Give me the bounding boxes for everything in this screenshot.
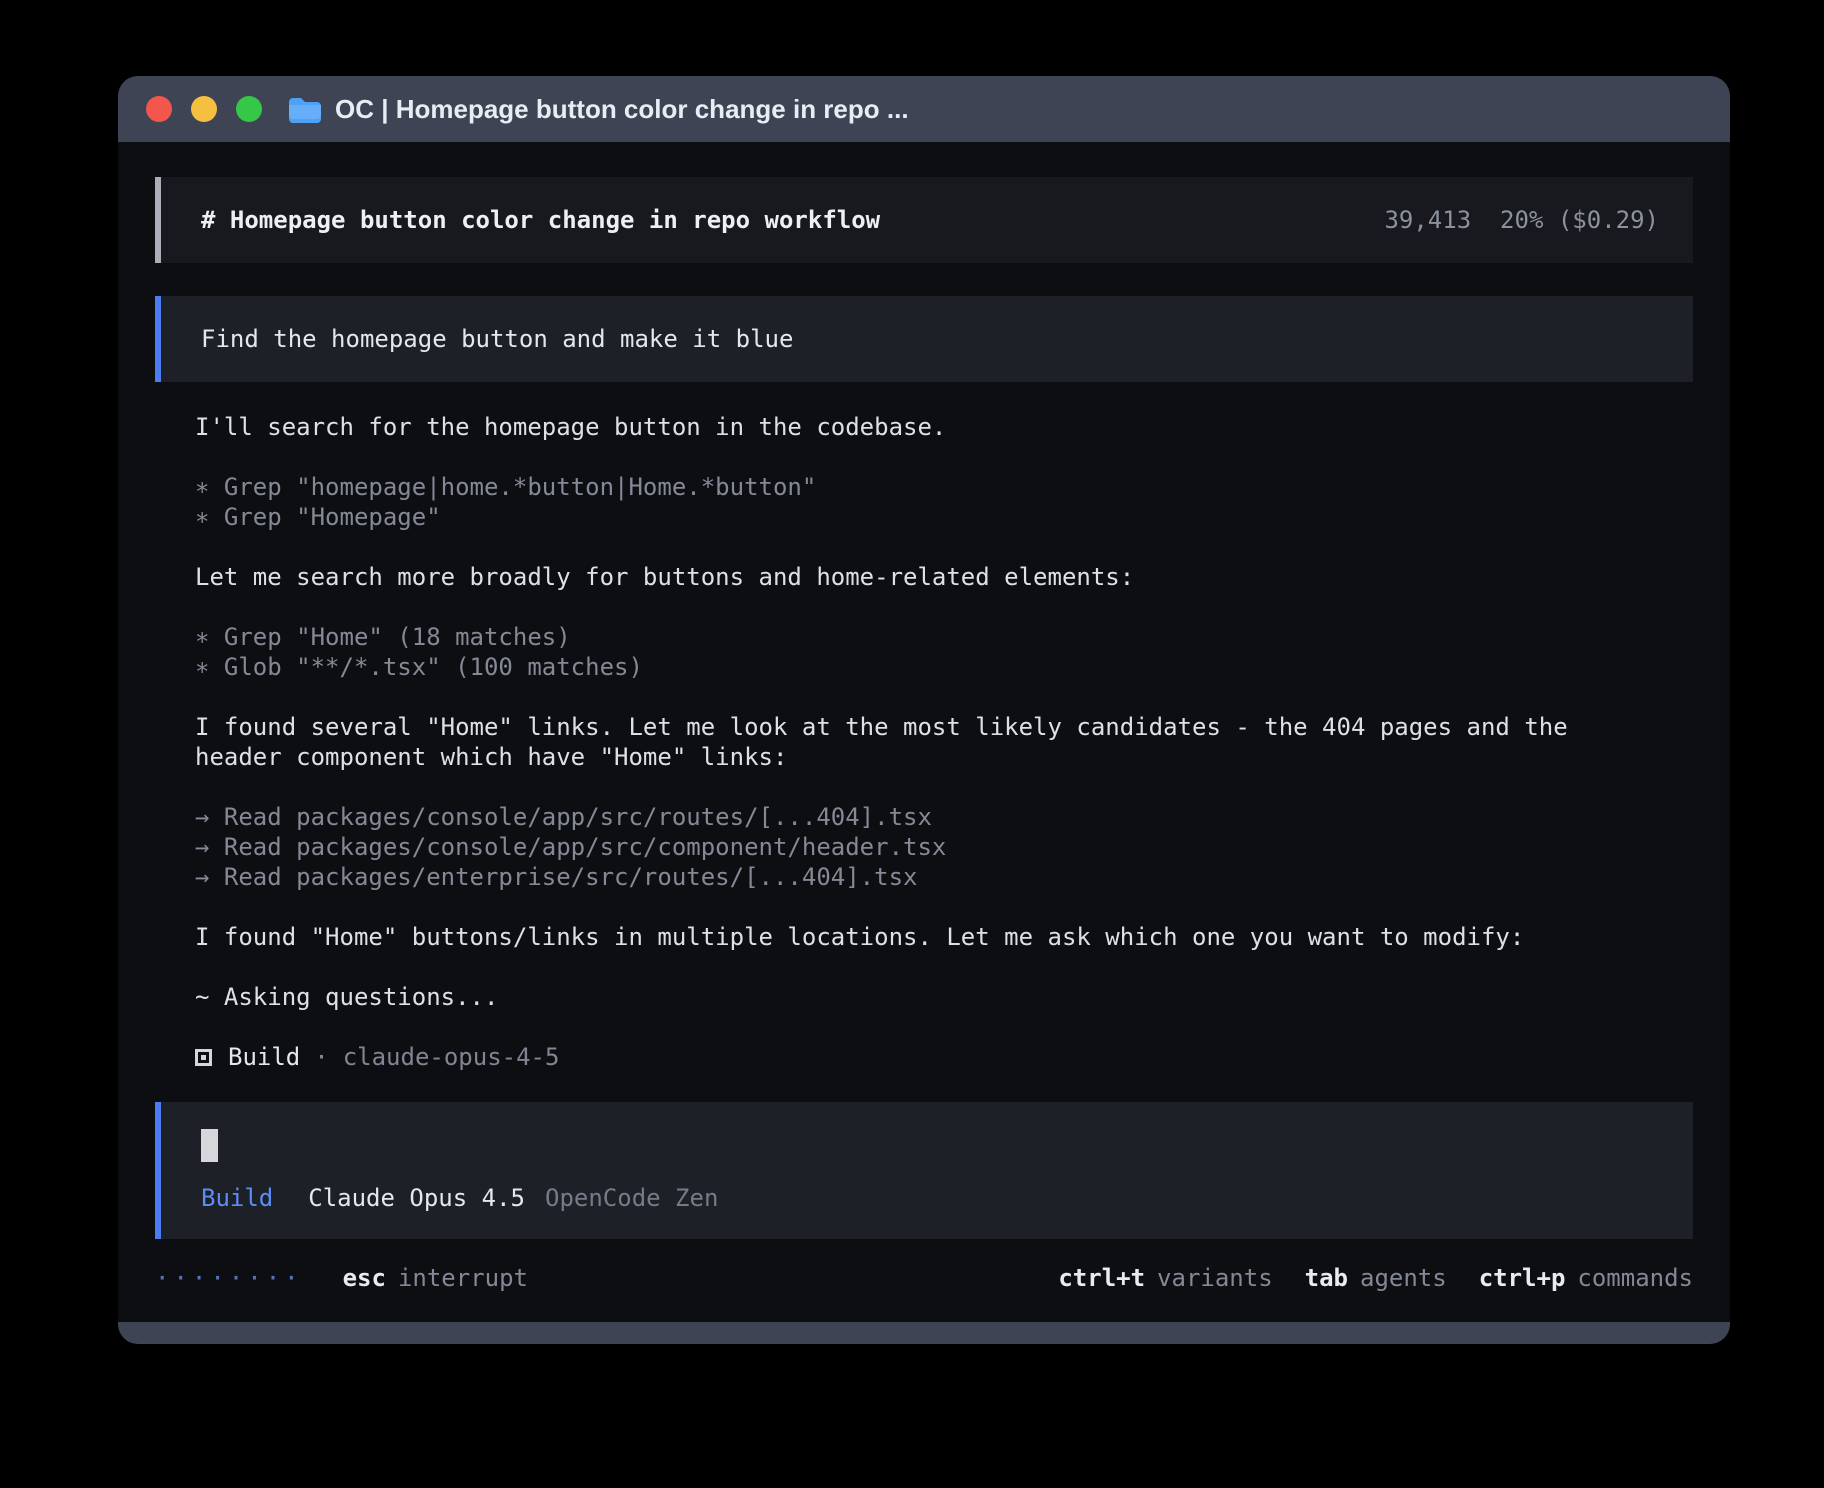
assistant-status-text: ~ Asking questions... (195, 982, 1625, 1012)
window-title: OC | Homepage button color change in rep… (335, 94, 909, 125)
close-button[interactable] (146, 96, 172, 122)
window-titlebar[interactable]: OC | Homepage button color change in rep… (118, 76, 1730, 142)
agent-separator: · (314, 1042, 328, 1072)
text-cursor (201, 1129, 218, 1162)
session-header: # Homepage button color change in repo w… (155, 177, 1693, 263)
assistant-text: I found several "Home" links. Let me loo… (195, 712, 1625, 772)
terminal-window: OC | Homepage button color change in rep… (118, 76, 1730, 1344)
hint-key: ctrl+p (1479, 1263, 1566, 1293)
hint-agents: tab agents (1305, 1263, 1447, 1293)
provider-label: OpenCode Zen (545, 1183, 718, 1213)
mode-label: Build (201, 1183, 273, 1213)
folder-icon (288, 96, 322, 123)
assistant-transcript: I'll search for the homepage button in t… (195, 412, 1625, 1012)
tool-call-line: ∗ Grep "homepage|home.*button|Home.*butt… (195, 472, 1625, 502)
input-status-row: Build Claude Opus 4.5 OpenCode Zen (201, 1183, 1653, 1213)
hint-label: interrupt (398, 1263, 528, 1293)
hint-label: variants (1157, 1263, 1273, 1293)
tool-call-group: → Read packages/console/app/src/routes/[… (195, 802, 1625, 892)
user-message: Find the homepage button and make it blu… (155, 296, 1693, 382)
assistant-text: I'll search for the homepage button in t… (195, 412, 1625, 442)
tool-call-line: → Read packages/enterprise/src/routes/[.… (195, 862, 1625, 892)
hint-label: commands (1577, 1263, 1693, 1293)
tool-call-group: ∗ Grep "Home" (18 matches) ∗ Glob "**/*.… (195, 622, 1625, 682)
hint-commands: ctrl+p commands (1479, 1263, 1693, 1293)
tool-call-line: ∗ Grep "Homepage" (195, 502, 1625, 532)
window-controls (146, 96, 262, 122)
model-label: Claude Opus 4.5 (308, 1183, 525, 1213)
agent-status: Build · claude-opus-4-5 (195, 1042, 1693, 1072)
tool-call-group: ∗ Grep "homepage|home.*button|Home.*butt… (195, 472, 1625, 532)
hint-interrupt: esc interrupt (343, 1263, 528, 1293)
agent-model: claude-opus-4-5 (343, 1042, 560, 1072)
hint-key: tab (1305, 1263, 1348, 1293)
hint-key: esc (343, 1263, 386, 1293)
session-title: # Homepage button color change in repo w… (201, 206, 880, 234)
status-bar-right: ctrl+t variants tab agents ctrl+p comman… (1026, 1263, 1693, 1293)
minimize-button[interactable] (191, 96, 217, 122)
hint-label: agents (1360, 1263, 1447, 1293)
assistant-text: I found "Home" buttons/links in multiple… (195, 922, 1625, 952)
assistant-text: Let me search more broadly for buttons a… (195, 562, 1625, 592)
build-agent-icon (195, 1049, 212, 1066)
agent-name: Build (228, 1042, 300, 1072)
zoom-button[interactable] (236, 96, 262, 122)
folder-icon-shape (288, 96, 322, 123)
session-stats: 39,413 20% ($0.29) (1384, 206, 1659, 234)
status-bar-left: ········ esc interrupt (155, 1263, 528, 1293)
terminal-content: # Homepage button color change in repo w… (118, 142, 1730, 1322)
spinner-dots: ········ (155, 1263, 303, 1293)
tool-call-line: ∗ Glob "**/*.tsx" (100 matches) (195, 652, 1625, 682)
tool-call-line: → Read packages/console/app/src/routes/[… (195, 802, 1625, 832)
tool-call-line: ∗ Grep "Home" (18 matches) (195, 622, 1625, 652)
hint-variants: ctrl+t variants (1058, 1263, 1272, 1293)
prompt-input[interactable]: Build Claude Opus 4.5 OpenCode Zen (155, 1102, 1693, 1239)
tool-call-line: → Read packages/console/app/src/componen… (195, 832, 1625, 862)
status-bar: ········ esc interrupt ctrl+t variants t… (155, 1263, 1693, 1293)
user-message-text: Find the homepage button and make it blu… (201, 325, 793, 353)
hint-key: ctrl+t (1058, 1263, 1145, 1293)
